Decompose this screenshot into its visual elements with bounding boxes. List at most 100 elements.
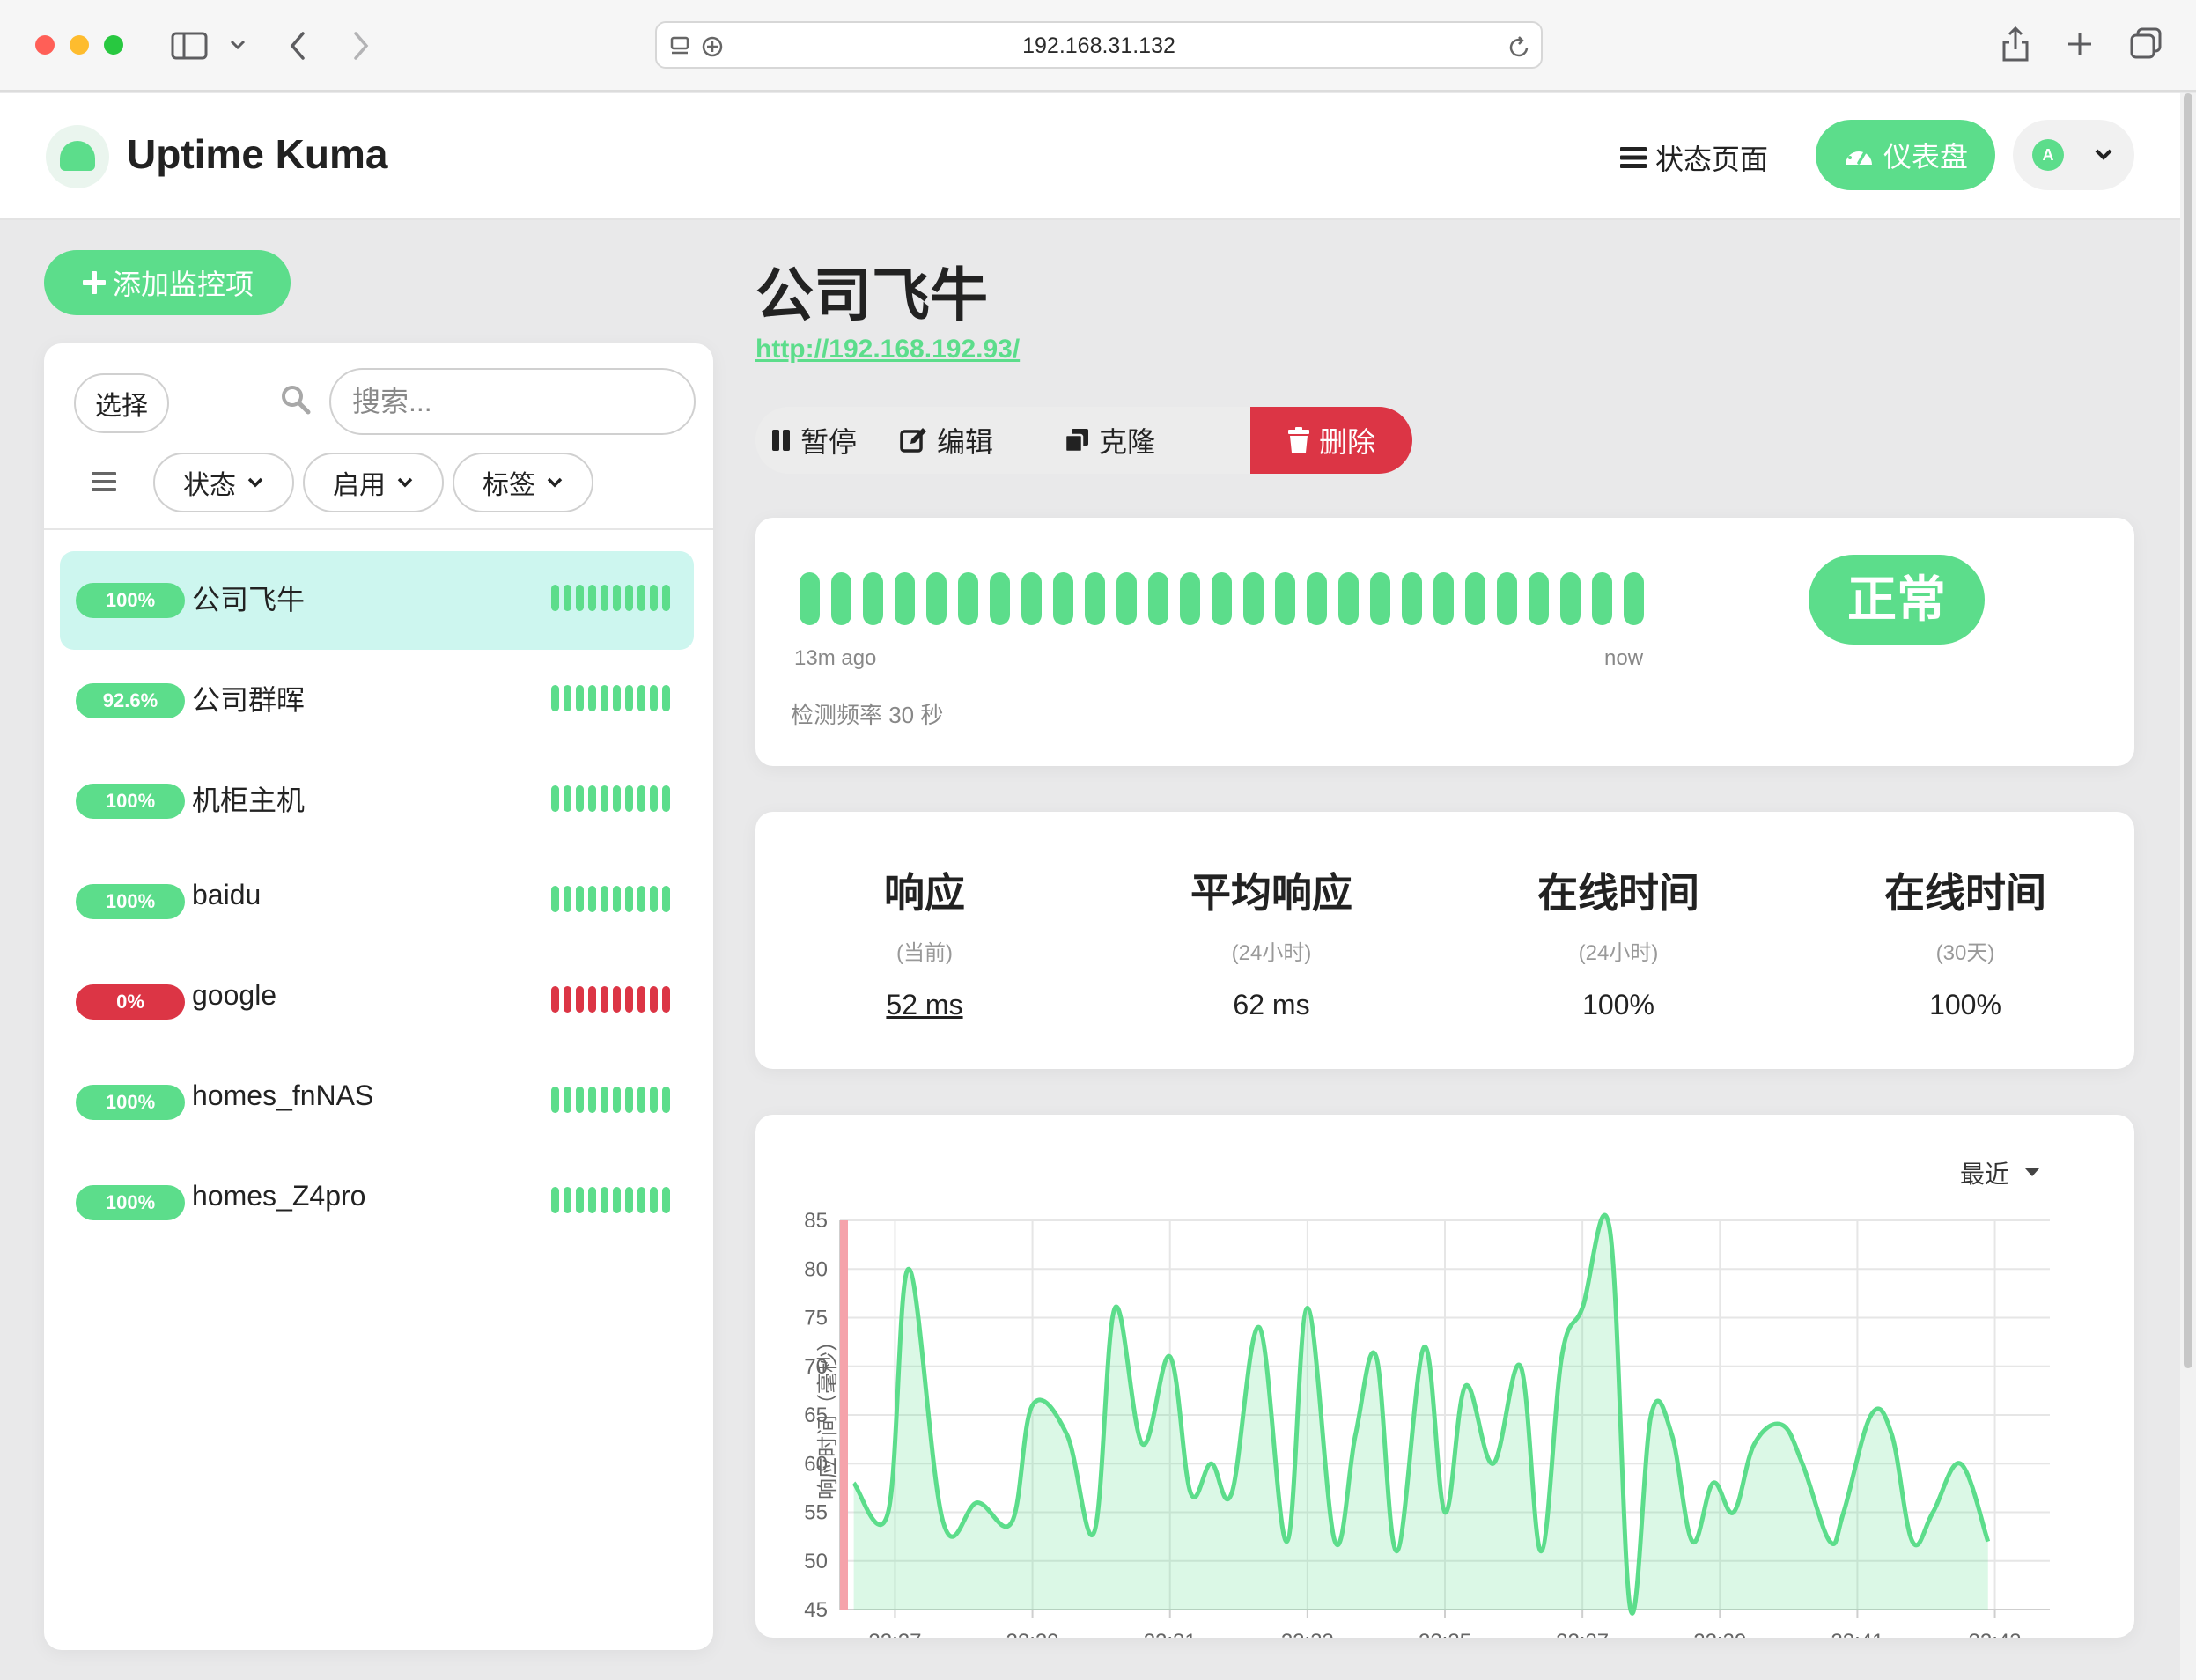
heartbeat-tick (613, 986, 621, 1013)
pause-button[interactable]: 暂停 (764, 407, 863, 474)
monitor-row[interactable]: 100% homes_fnNAS (60, 1053, 694, 1152)
monitor-row[interactable]: 100% baidu (60, 852, 694, 951)
heartbeat-tick[interactable] (1560, 572, 1581, 625)
forward-icon[interactable] (350, 30, 372, 62)
heartbeat-tick[interactable] (1307, 572, 1327, 625)
heartbeat-card: 13m ago now 检测频率 30 秒 正常 (755, 518, 2134, 766)
heartbeat-tick (576, 785, 584, 812)
heartbeat-tick[interactable] (990, 572, 1010, 625)
heartbeat-tick (625, 685, 633, 711)
monitor-url-link[interactable]: http://192.168.192.93/ (755, 335, 1020, 365)
heartbeat-tick[interactable] (1338, 572, 1359, 625)
list-icon (1620, 147, 1647, 168)
uptime-kuma-logo[interactable] (46, 125, 109, 188)
stat-period: (30天) (1935, 941, 1995, 965)
back-icon[interactable] (287, 30, 308, 62)
heartbeat-tick (613, 685, 621, 711)
stats-card: 响应 (当前) 52 ms 平均响应 (24小时) 62 ms 在线时间 (24… (755, 812, 2134, 1069)
heartbeat-tick[interactable] (800, 572, 820, 625)
search-input[interactable] (329, 368, 696, 435)
url-text[interactable]: 192.168.31.132 (657, 23, 1541, 69)
status-page-link[interactable]: 状态页面 (1620, 136, 1768, 180)
close-window-button[interactable] (35, 35, 55, 55)
heartbeat-tick (588, 986, 596, 1013)
heartbeat-tick[interactable] (1433, 572, 1454, 625)
monitor-list-panel: 选择 状态 启用 标签 100%公司飞牛92.6%公司群晖100%机柜主机100… (44, 343, 713, 1650)
caret-down-icon (2025, 1168, 2040, 1176)
heartbeat-tick (564, 986, 571, 1013)
zoom-window-button[interactable] (104, 35, 123, 55)
heartbeat-tick (613, 1087, 621, 1113)
brand-name[interactable]: Uptime Kuma (127, 130, 387, 178)
delete-button[interactable]: 删除 (1250, 407, 1412, 474)
minimize-window-button[interactable] (70, 35, 89, 55)
dashboard-button[interactable]: 仪表盘 (1816, 120, 1995, 190)
heartbeat-tick[interactable] (1497, 572, 1517, 625)
heartbeat-tick[interactable] (958, 572, 978, 625)
clone-button[interactable]: 克隆 (1030, 407, 1189, 474)
status-badge: 正常 (1809, 555, 1985, 645)
sidebar-toggle-icon[interactable] (171, 32, 208, 60)
filter-menu-icon[interactable] (92, 470, 116, 493)
monitor-row[interactable]: 100% homes_Z4pro (60, 1153, 694, 1252)
edit-button[interactable]: 编辑 (863, 407, 1030, 474)
new-tab-icon[interactable] (2066, 30, 2094, 58)
share-icon[interactable] (2001, 25, 2030, 63)
monitor-row[interactable]: 100% 机柜主机 (60, 752, 694, 851)
heartbeat-tick[interactable] (863, 572, 883, 625)
heartbeat-tick (588, 685, 596, 711)
page-scrollbar[interactable] (2180, 93, 2196, 1680)
heartbeat-tick[interactable] (895, 572, 915, 625)
scrollbar-thumb[interactable] (2184, 93, 2192, 1368)
x-tick-label: 22:37 (1556, 1630, 1609, 1638)
monitor-name: baidu (192, 879, 262, 910)
heartbeat-bar (800, 572, 1644, 625)
address-bar[interactable]: 192.168.31.132 (655, 21, 1543, 69)
heartbeat-tick[interactable] (831, 572, 851, 625)
heartbeat-tick (650, 1087, 658, 1113)
y-tick-label: 45 (804, 1598, 828, 1622)
select-button[interactable]: 选择 (74, 373, 169, 433)
uptime-badge: 92.6% (76, 683, 185, 718)
heartbeat-tick[interactable] (1148, 572, 1168, 625)
heartbeat-tick[interactable] (1053, 572, 1073, 625)
heartbeat-tick (601, 1187, 608, 1213)
heartbeat-tick[interactable] (1085, 572, 1105, 625)
heartbeat-tick (564, 685, 571, 711)
dashboard-label: 仪表盘 (1883, 141, 1968, 173)
plus-icon (82, 271, 106, 294)
add-monitor-button[interactable]: 添加监控项 (44, 250, 291, 315)
x-tick-label: 22:43 (1969, 1630, 2022, 1638)
monitor-action-group: 暂停 编辑 克隆 删除 (755, 407, 1412, 474)
heartbeat-tick[interactable] (1212, 572, 1232, 625)
monitor-row[interactable]: 0% google (60, 953, 694, 1051)
heartbeat-tick[interactable] (1624, 572, 1644, 625)
heartbeat-tick[interactable] (1180, 572, 1200, 625)
heartbeat-tick[interactable] (1402, 572, 1422, 625)
chevron-down-icon[interactable] (229, 39, 247, 51)
heartbeat-tick (564, 1087, 571, 1113)
heartbeat-tick[interactable] (1592, 572, 1612, 625)
monitor-row[interactable]: 92.6% 公司群晖 (60, 652, 694, 750)
heartbeat-tick[interactable] (1275, 572, 1295, 625)
filter-active-dropdown[interactable]: 启用 (303, 453, 444, 512)
profile-dropdown[interactable]: A (2013, 120, 2134, 190)
heartbeat-tick[interactable] (1529, 572, 1549, 625)
filter-status-dropdown[interactable]: 状态 (153, 453, 294, 512)
heartbeat-tick[interactable] (926, 572, 947, 625)
heartbeat-tick[interactable] (1465, 572, 1485, 625)
heartbeat-tick[interactable] (1370, 572, 1390, 625)
filter-tags-dropdown[interactable]: 标签 (453, 453, 593, 512)
tab-overview-icon[interactable] (2129, 26, 2163, 60)
clone-label: 克隆 (1098, 426, 1155, 458)
heartbeat-tick[interactable] (1116, 572, 1137, 625)
stat-uptime-30d: 在线时间 (30天) 100% (1798, 861, 2133, 1021)
heartbeat-tick (662, 785, 670, 812)
stat-value[interactable]: 52 ms (757, 989, 1092, 1021)
heartbeat-tick[interactable] (1243, 572, 1264, 625)
heartbeat-tick[interactable] (1021, 572, 1042, 625)
reload-icon[interactable] (1507, 35, 1532, 60)
chart-period-dropdown[interactable]: 最近 (1960, 1155, 2040, 1190)
monitor-row[interactable]: 100% 公司飞牛 (60, 551, 694, 650)
heartbeat-tick (662, 1087, 670, 1113)
